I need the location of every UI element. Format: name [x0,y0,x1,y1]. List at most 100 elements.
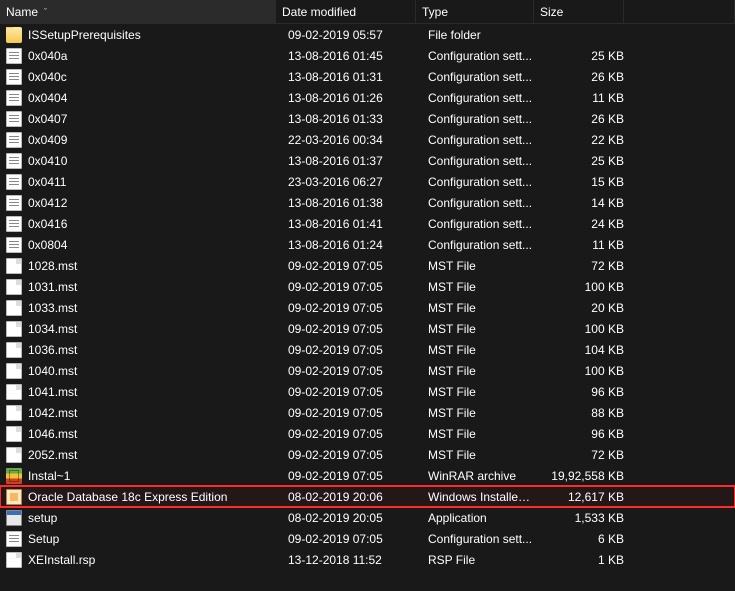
file-type-cell: Windows Installer ... [422,490,540,504]
file-row[interactable]: 0x041613-08-2016 01:41Configuration sett… [0,213,735,234]
config-file-icon [6,111,22,127]
file-row[interactable]: 0x080413-08-2016 01:24Configuration sett… [0,234,735,255]
file-row[interactable]: 2052.mst09-02-2019 07:05MST File72 KB [0,444,735,465]
file-type-cell: Configuration sett... [422,91,540,105]
file-date-cell: 09-02-2019 07:05 [282,469,422,483]
config-file-icon [6,237,22,253]
file-row[interactable]: 0x041013-08-2016 01:37Configuration sett… [0,150,735,171]
file-size-cell: 96 KB [540,427,630,441]
file-size-cell: 11 KB [540,91,630,105]
column-header-type-label: Type [422,5,448,19]
file-type-cell: Configuration sett... [422,154,540,168]
file-row[interactable]: 0x040713-08-2016 01:33Configuration sett… [0,108,735,129]
file-type-cell: Configuration sett... [422,70,540,84]
file-size-cell: 25 KB [540,154,630,168]
application-icon [6,510,22,526]
file-date-cell: 13-08-2016 01:45 [282,49,422,63]
column-header-name-label: Name [6,5,38,19]
file-row[interactable]: Instal~1 09-02-2019 07:05WinRAR archive19… [0,465,735,486]
file-type-cell: Configuration sett... [422,133,540,147]
file-size-cell: 1,533 KB [540,511,630,525]
file-size-cell: 100 KB [540,280,630,294]
file-date-cell: 23-03-2016 06:27 [282,175,422,189]
file-size-cell: 1 KB [540,553,630,567]
file-name-cell: 1042.mst [6,405,282,421]
file-name-label: 0x0409 [28,133,67,147]
file-row[interactable]: 1036.mst09-02-2019 07:05MST File104 KB [0,339,735,360]
file-size-cell: 96 KB [540,385,630,399]
sort-indicator-icon: ˇ [44,7,47,17]
file-date-cell: 09-02-2019 07:05 [282,406,422,420]
file-row[interactable]: 1031.mst09-02-2019 07:05MST File100 KB [0,276,735,297]
file-row[interactable]: ISSetupPrerequisites09-02-2019 05:57File… [0,24,735,45]
file-row[interactable]: 1041.mst09-02-2019 07:05MST File96 KB [0,381,735,402]
file-type-cell: Configuration sett... [422,217,540,231]
file-type-cell: File folder [422,28,540,42]
winrar-archive-icon [6,468,22,484]
file-name-label: 0x0404 [28,91,67,105]
file-row[interactable]: 1040.mst09-02-2019 07:05MST File100 KB [0,360,735,381]
file-date-cell: 13-12-2018 11:52 [282,553,422,567]
file-size-cell: 15 KB [540,175,630,189]
file-name-label: setup [28,511,57,525]
file-type-cell: MST File [422,259,540,273]
file-date-cell: 09-02-2019 07:05 [282,280,422,294]
file-size-cell: 22 KB [540,133,630,147]
file-row[interactable]: Oracle Database 18c Express Edition08-02… [0,486,735,507]
file-name-cell: XEInstall.rsp [6,552,282,568]
file-row[interactable]: 0x040a13-08-2016 01:45Configuration sett… [0,45,735,66]
file-row[interactable]: XEInstall.rsp13-12-2018 11:52RSP File1 K… [0,549,735,570]
file-row[interactable]: 1028.mst09-02-2019 07:05MST File72 KB [0,255,735,276]
folder-icon [6,27,22,43]
file-date-cell: 13-08-2016 01:41 [282,217,422,231]
file-date-cell: 13-08-2016 01:31 [282,70,422,84]
file-name-label: 1034.mst [28,322,77,336]
file-name-label: 1041.mst [28,385,77,399]
file-size-cell: 24 KB [540,217,630,231]
file-name-label: Instal~1 [28,469,70,483]
config-file-icon [6,195,22,211]
mst-file-icon [6,405,22,421]
file-size-cell: 100 KB [540,364,630,378]
file-name-cell: setup [6,510,282,526]
file-date-cell: 13-08-2016 01:26 [282,91,422,105]
file-row[interactable]: setup08-02-2019 20:05Application1,533 KB [0,507,735,528]
file-name-cell: 1036.mst [6,342,282,358]
file-name-cell: 0x0412 [6,195,282,211]
file-row[interactable]: 1033.mst09-02-2019 07:05MST File20 KB [0,297,735,318]
file-date-cell: 08-02-2019 20:05 [282,511,422,525]
file-name-cell: 0x040a [6,48,282,64]
file-row[interactable]: 0x0404 13-08-2016 01:26Configuration sett… [0,87,735,108]
file-row[interactable]: Setup09-02-2019 07:05Configuration sett.… [0,528,735,549]
file-name-cell: 0x0409 [6,132,282,148]
file-name-cell: ISSetupPrerequisites [6,27,282,43]
file-name-label: 1028.mst [28,259,77,273]
file-name-label: 1046.mst [28,427,77,441]
file-row[interactable]: 1046.mst09-02-2019 07:05MST File96 KB [0,423,735,444]
mst-file-icon [6,279,22,295]
file-name-cell: 0x0411 [6,174,282,190]
file-row[interactable]: 0x040922-03-2016 00:34Configuration sett… [0,129,735,150]
file-row[interactable]: 0x040c13-08-2016 01:31Configuration sett… [0,66,735,87]
column-header-date[interactable]: Date modified [276,0,416,23]
rsp-file-icon [6,552,22,568]
file-size-cell: 12,617 KB [540,490,630,504]
file-row[interactable]: 0x041213-08-2016 01:38Configuration sett… [0,192,735,213]
column-header-size[interactable]: Size [534,0,624,23]
file-row[interactable]: 0x041123-03-2016 06:27Configuration sett… [0,171,735,192]
file-size-cell: 72 KB [540,448,630,462]
file-type-cell: WinRAR archive [422,469,540,483]
file-type-cell: MST File [422,301,540,315]
column-header-name[interactable]: Name ˇ [0,0,276,23]
column-header-size-label: Size [540,5,563,19]
file-name-cell: 1033.mst [6,300,282,316]
column-header-type[interactable]: Type [416,0,534,23]
file-name-cell: 0x0416 [6,216,282,232]
file-name-cell: 0x0410 [6,153,282,169]
file-size-cell: 19,92,558 KB [540,469,630,483]
file-row[interactable]: 1042.mst09-02-2019 07:05MST File88 KB [0,402,735,423]
file-row[interactable]: 1034.mst09-02-2019 07:05MST File100 KB [0,318,735,339]
file-name-cell: 0x0404 [6,90,282,106]
file-type-cell: RSP File [422,553,540,567]
file-date-cell: 09-02-2019 07:05 [282,532,422,546]
